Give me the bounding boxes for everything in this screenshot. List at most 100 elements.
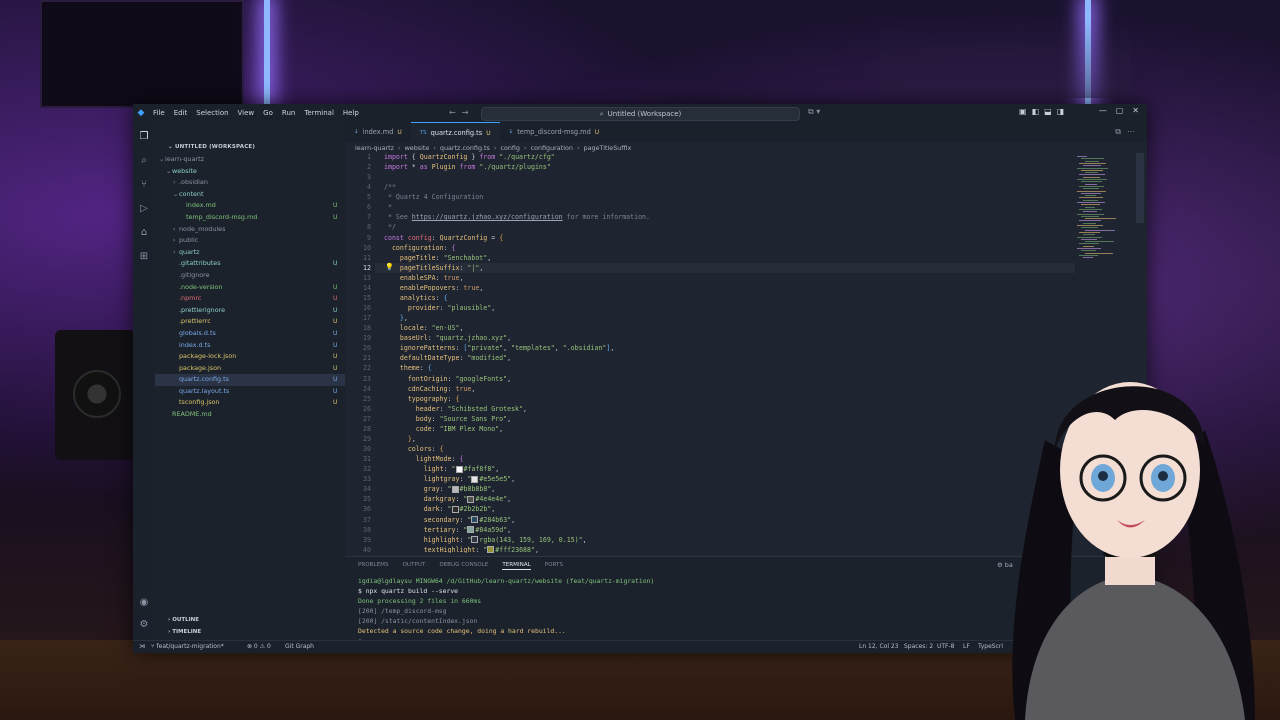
code-line[interactable]: cdnCaching: true, [384,385,476,393]
file-tree-item[interactable]: › .obsidian [155,177,345,189]
code-line[interactable]: import { QuartzConfig } from "./quartz/c… [384,153,555,161]
eol-status[interactable]: LF [963,643,970,650]
file-tree-item[interactable]: .prettierignore U [155,305,345,317]
cursor-position[interactable]: Ln 12, Col 23 [859,643,899,650]
code-line[interactable]: * Quartz 4 Configuration [384,193,483,201]
menu-view[interactable]: View [238,109,255,117]
panel-tab[interactable]: DEBUG CONSOLE [439,562,488,570]
file-tree-item[interactable]: ⌄ learn-quartz [155,154,345,166]
panel-tab[interactable]: OUTPUT [403,562,426,570]
menu-file[interactable]: File [153,109,165,117]
code-line[interactable]: fontOrigin: "googleFonts", [384,375,511,383]
minimap[interactable] [1075,153,1135,263]
file-tree-item[interactable]: ⌄ content [155,189,345,201]
command-center[interactable]: ⌕ Untitled (Workspace) [481,107,800,121]
file-tree-item[interactable]: README.md [155,409,345,421]
code-line[interactable]: import * as Plugin from "./quartz/plugin… [384,163,551,171]
panel-tab[interactable]: PROBLEMS [358,562,389,570]
code-editor[interactable]: 💡 1 import { QuartzConfig } from "./quart… [345,153,1075,553]
file-tree-item[interactable]: › public [155,235,345,247]
code-line[interactable]: }, [384,435,416,443]
back-arrow-icon[interactable]: ← [449,108,462,117]
breadcrumb-item[interactable]: learn-quartz [355,144,394,152]
file-tree-item[interactable]: temp_discord-msg.md U [155,212,345,224]
account-icon[interactable]: ◉ [137,596,151,610]
breadcrumb-item[interactable]: website [405,144,430,152]
code-line[interactable]: * [384,203,392,211]
search-view-icon[interactable]: ⌕ [137,154,151,168]
code-line[interactable]: const config: QuartzConfig = { [384,234,503,242]
code-line[interactable]: pageTitleSuffix: "|", [384,264,483,272]
code-line[interactable]: darkgray: " #4e4e4e", [384,495,511,503]
code-line[interactable]: }, [384,314,408,322]
code-line[interactable]: highlight: " rgba(143, 159, 169, 0.15)", [384,536,587,544]
code-line[interactable]: /** [384,183,396,191]
customize-layout-icon[interactable]: ▣ [1019,107,1027,116]
toggle-secondary-sidebar-icon[interactable]: ◨ [1057,107,1065,116]
toggle-sidebar-icon[interactable]: ◧ [1032,107,1040,116]
code-line[interactable]: textHighlight: " #fff23688", [384,546,539,553]
code-line[interactable]: lightMode: { [384,455,464,463]
code-line[interactable]: light: " #faf8f8", [384,465,500,473]
breadcrumb-item[interactable]: pageTitleSuffix [584,144,632,152]
file-tree-item[interactable]: quartz.layout.ts U [155,386,345,398]
encoding-status[interactable]: UTF-8 [937,643,955,650]
file-tree-item[interactable]: quartz.config.ts U [155,374,345,386]
code-line[interactable]: * See https://quartz.jzhao.xyz/configura… [384,213,650,221]
indentation-status[interactable]: Spaces: 2 [904,643,933,650]
split-editor-icon[interactable]: ⧉ [1115,127,1127,136]
branch-status[interactable]: ⑂ feat/quartz-migration* [151,643,224,650]
breadcrumb-item[interactable]: configuration [531,144,573,152]
remote-explorer-icon[interactable]: ⌂ [137,226,151,240]
nav-arrows[interactable]: ←→ [449,108,474,117]
source-control-icon[interactable]: ⑂ [137,178,151,192]
file-tree-item[interactable]: ⌄ website [155,166,345,178]
panel-tab[interactable]: TERMINAL [502,562,531,570]
problems-status[interactable]: ⊗ 0 ⚠ 0 [247,643,271,650]
code-line[interactable]: body: "Source Sans Pro", [384,415,511,423]
file-tree-item[interactable]: .prettierrc U [155,316,345,328]
editor-tab[interactable]: TS quartz.config.ts U [410,122,500,143]
code-line[interactable]: ignorePatterns: ["private", "templates",… [384,344,614,352]
editor-scrollbar[interactable] [1136,153,1144,223]
file-tree-item[interactable]: globals.d.ts U [155,328,345,340]
code-line[interactable]: colors: { [384,445,444,453]
timeline-section[interactable]: › TIMELINE [168,629,338,635]
code-line[interactable]: defaultDateType: "modified", [384,354,511,362]
code-line[interactable]: enableSPA: true, [384,274,464,282]
remote-icon[interactable]: ⋊ [139,643,145,650]
code-line[interactable]: header: "Schibsted Grotesk", [384,405,527,413]
code-line[interactable]: lightgray: " #e5e5e5", [384,475,515,483]
file-tree-item[interactable]: .node-version U [155,282,345,294]
minimize-icon[interactable]: — [1099,106,1107,115]
code-line[interactable]: provider: "plausible", [384,304,495,312]
file-tree-item[interactable]: › quartz [155,247,345,259]
code-line[interactable]: secondary: " #284b63", [384,516,515,524]
more-actions-icon[interactable]: ⋯ [1127,127,1141,136]
terminal-output[interactable]: igdia@lgdlaysu MINGW64 /d/GitHub/learn-q… [358,576,654,646]
file-tree-item[interactable]: tsconfig.json U [155,397,345,409]
file-tree-item[interactable]: package.json U [155,363,345,375]
menu-selection[interactable]: Selection [196,109,228,117]
code-line[interactable]: baseUrl: "quartz.jzhao.xyz", [384,334,511,342]
code-line[interactable]: */ [384,223,396,231]
file-tree-item[interactable]: › node_modules [155,224,345,236]
code-line[interactable]: enablePopovers: true, [384,284,483,292]
run-debug-icon[interactable]: ▷ [137,202,151,216]
workspace-header[interactable]: ⌄ UNTITLED (WORKSPACE) [168,144,255,150]
menu-run[interactable]: Run [282,109,295,117]
manage-gear-icon[interactable]: ⚙ [137,618,151,632]
file-tree-item[interactable]: .gitattributes U [155,258,345,270]
code-line[interactable]: tertiary: " #84a59d", [384,526,511,534]
menu-help[interactable]: Help [343,109,359,117]
extensions-icon[interactable]: ⊞ [137,250,151,264]
code-line[interactable]: theme: { [384,364,432,372]
explorer-icon[interactable]: ❐ [137,130,151,144]
panel-tab[interactable]: PORTS [545,562,563,570]
code-line[interactable]: dark: " #2b2b2b", [384,505,496,513]
code-line[interactable]: analytics: { [384,294,448,302]
file-tree-item[interactable]: index.d.ts U [155,340,345,352]
editor-tab[interactable]: ↓ temp_discord-msg.md U [500,122,609,142]
maximize-icon[interactable]: ▢ [1116,106,1124,115]
git-graph-button[interactable]: Git Graph [285,643,314,650]
